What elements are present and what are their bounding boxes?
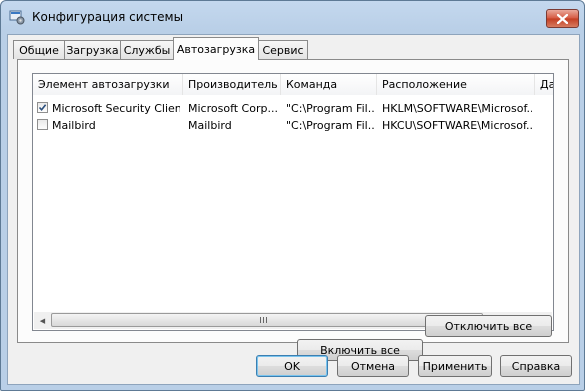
item-name: Mailbird xyxy=(52,119,96,132)
arrow-left-icon[interactable]: ◀ xyxy=(34,312,51,329)
column-header-item[interactable]: Элемент автозагрузки xyxy=(33,74,183,95)
cancel-button[interactable]: Отмена xyxy=(337,355,409,377)
help-button[interactable]: Справка xyxy=(500,355,572,377)
tab-services[interactable]: Службы xyxy=(120,40,174,59)
tab-tools[interactable]: Сервис xyxy=(258,40,308,59)
column-header-location[interactable]: Расположение xyxy=(377,74,535,95)
scrollbar-thumb[interactable] xyxy=(51,313,483,327)
window-title: Конфигурация системы xyxy=(32,10,184,24)
system-config-icon xyxy=(9,10,25,25)
dialog-client-area: Общие Загрузка Службы Автозагрузка Серви… xyxy=(7,34,580,385)
item-name: Microsoft Security Client xyxy=(52,102,180,115)
tab-general[interactable]: Общие xyxy=(13,40,65,59)
item-checkbox[interactable] xyxy=(37,102,48,113)
column-header-manufacturer[interactable]: Производитель xyxy=(183,74,281,95)
close-button[interactable] xyxy=(546,9,579,28)
grip-icon xyxy=(260,317,268,323)
msconfig-window: Конфигурация системы Общие Загрузка Служ… xyxy=(0,0,585,391)
title-bar[interactable]: Конфигурация системы xyxy=(1,1,584,34)
item-command: "C:\Program Fil... xyxy=(286,102,374,115)
checkmark-icon xyxy=(38,104,47,112)
item-manufacturer: Microsoft Corp... xyxy=(188,102,278,115)
disable-all-button[interactable]: Отключить все xyxy=(425,315,552,337)
ok-button[interactable]: OK xyxy=(256,355,328,377)
item-location: HKCU\SOFTWARE\Microsof... xyxy=(382,119,532,132)
column-header-date[interactable]: Дат xyxy=(535,74,553,95)
list-header: Элемент автозагрузки Производитель Коман… xyxy=(33,74,553,95)
close-icon xyxy=(557,13,568,24)
apply-button[interactable]: Применить xyxy=(418,355,492,377)
startup-tab-panel: Элемент автозагрузки Производитель Коман… xyxy=(17,59,569,361)
tab-startup[interactable]: Автозагрузка xyxy=(173,37,259,60)
startup-items-list[interactable]: Элемент автозагрузки Производитель Коман… xyxy=(32,73,554,331)
item-checkbox[interactable] xyxy=(37,119,48,130)
column-header-command[interactable]: Команда xyxy=(281,74,377,95)
item-location: HKLM\SOFTWARE\Microsof... xyxy=(382,102,532,115)
list-item[interactable]: Microsoft Security Client Microsoft Corp… xyxy=(33,100,553,117)
item-manufacturer: Mailbird xyxy=(188,119,232,132)
tab-boot[interactable]: Загрузка xyxy=(64,40,121,59)
item-command: "C:\Program Fil... xyxy=(286,119,374,132)
list-item[interactable]: Mailbird Mailbird "C:\Program Fil... HKC… xyxy=(33,117,553,134)
